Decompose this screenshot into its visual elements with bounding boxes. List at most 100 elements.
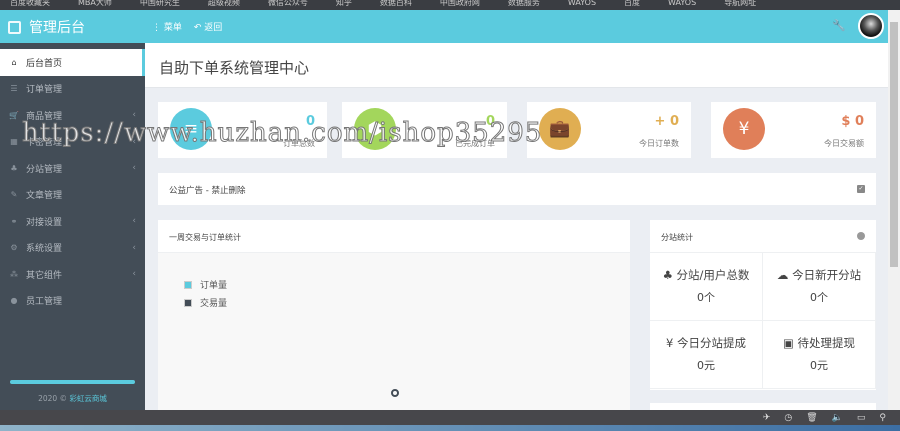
bookmark[interactable]: WAYOS (668, 0, 696, 10)
card-value: $ 0 (841, 114, 864, 129)
top-header: 管理后台 ⋮ 菜单 ↶ 返回 🔧 (0, 10, 888, 43)
stats-panel: 分站统计 ♣ 分站/用户总数 0个 ☁ 今日新开分站 0个 ¥ 今日分站提成 0元 ▣ 待处… (650, 220, 876, 390)
brand-title: 管理后台 (29, 20, 85, 36)
bookmark[interactable]: 知乎 (336, 0, 352, 10)
card-value: 0 (305, 114, 315, 129)
bookmark[interactable]: 中国政府网 (440, 0, 480, 10)
notice-text: 公益广告 - 禁止删除 (169, 186, 246, 196)
stat-label: 待处理提现 (797, 336, 856, 350)
stats-panel-title: 分站统计 (661, 233, 693, 242)
chart-panel: 一周交易与订单统计 订单量 交易量 (158, 220, 630, 410)
chevron-left-icon: ‹ (132, 242, 136, 253)
bookmark[interactable]: 中国研究生 (140, 0, 180, 10)
sidebar-item[interactable]: ✎ 文章管理 (0, 182, 145, 209)
footer-link[interactable]: 彩虹云商城 (69, 394, 107, 403)
brand[interactable]: 管理后台 (8, 17, 85, 37)
sidebar-icon: ▦ (10, 137, 18, 147)
sidebar-item[interactable]: ⚙ 系统设置 ‹ (0, 235, 145, 262)
stat-icon: ¥ (666, 336, 674, 350)
stats-panel-header: 分站统计 (650, 220, 876, 253)
sidebar-item[interactable]: ⁂ 其它组件 ‹ (0, 261, 145, 288)
chevron-left-icon: ‹ (132, 110, 136, 121)
window-icon[interactable]: ▭ (857, 413, 866, 423)
chevron-left-icon: ‹ (132, 216, 136, 227)
stat-card: ¥ $ 0 今日交易额 (711, 102, 876, 158)
sidebar-icon: ☰ (10, 84, 18, 94)
sidebar-item-label: 订单管理 (26, 85, 63, 96)
avatar[interactable] (858, 13, 884, 39)
history-icon[interactable]: ◷ (784, 413, 792, 423)
legend-item[interactable]: 订单量 (184, 278, 227, 291)
sidebar-item-label: 商品管理 (26, 111, 63, 122)
bookmark[interactable]: 数据百科 (380, 0, 412, 10)
rocket-icon[interactable]: ✈ (763, 413, 771, 423)
stat-cell: ¥ 今日分站提成 0元 (650, 321, 763, 389)
legend-swatch (184, 298, 192, 307)
bookmark[interactable]: 超级视频 (208, 0, 240, 10)
stat-value: 0个 (810, 291, 828, 304)
sidebar-item[interactable]: ▦ 卡密管理 ‹ (0, 129, 145, 156)
sidebar-item[interactable]: ☰ 订单管理 (0, 76, 145, 103)
sidebar-item-label: 对接设置 (26, 217, 63, 228)
page-title: 自助下单系统管理中心 (159, 59, 310, 77)
sidebar-icon: ⚙ (10, 243, 18, 253)
bookmark[interactable]: WAYOS (568, 0, 596, 10)
sidebar-icon: ⁂ (10, 269, 18, 279)
sidebar-item[interactable]: ♣ 分站管理 ‹ (0, 155, 145, 182)
sidebar-item[interactable]: 🛒 商品管理 ‹ (0, 102, 145, 129)
legend-item[interactable]: 交易量 (184, 296, 227, 309)
stat-cell: ▣ 待处理提现 0元 (763, 321, 876, 389)
card-icon: ≡ (170, 108, 212, 150)
sidebar-item-label: 后台首页 (26, 58, 63, 69)
sidebar-icon: ⚭ (10, 216, 18, 226)
chart-panel-title: 一周交易与订单统计 (158, 220, 630, 253)
card-icon: ⬢ (354, 108, 396, 150)
sidebar-item-label: 卡密管理 (26, 138, 63, 149)
stat-label: 今日分站提成 (676, 336, 746, 350)
wrench-icon[interactable]: 🔧 (832, 19, 846, 32)
trash-icon[interactable]: 🗑 (806, 413, 817, 423)
sidebar-icon: 🛒 (9, 110, 19, 120)
legend-label: 订单量 (200, 281, 228, 291)
taskbar (0, 425, 900, 431)
sidebar-progress-bar (10, 380, 135, 384)
card-value: + 0 (654, 114, 679, 129)
checkbox-icon[interactable]: ✓ (857, 185, 865, 193)
back-label: 返回 (204, 23, 223, 33)
stat-label: 今日新开分站 (792, 268, 862, 282)
volume-icon[interactable]: 🔈 (832, 413, 843, 423)
bookmark[interactable]: 百度收藏夹 (10, 0, 50, 10)
bookmark[interactable]: 百度 (624, 0, 640, 10)
stat-icon: ♣ (662, 268, 673, 282)
menu-button[interactable]: ⋮ 菜单 (152, 20, 182, 33)
sidebar-item[interactable]: ⌂ 后台首页 (0, 49, 145, 76)
footer-year: 2020 © (38, 394, 68, 403)
card-icon: ¥ (723, 108, 765, 150)
sidebar-footer: 2020 © 彩虹云商城 (0, 393, 145, 404)
card-label: 已完成订单 (455, 139, 495, 148)
loading-spinner-icon (391, 389, 399, 397)
sidebar-item-label: 系统设置 (26, 244, 63, 255)
cube-icon (8, 20, 21, 34)
chevron-left-icon: ‹ (132, 269, 136, 280)
bookmark[interactable]: 数据服务 (508, 0, 540, 10)
sidebar-item[interactable]: ⚭ 对接设置 ‹ (0, 208, 145, 235)
back-button[interactable]: ↶ 返回 (194, 20, 222, 33)
scrollbar-thumb[interactable] (890, 22, 898, 267)
bookmark[interactable]: 导航网址 (724, 0, 756, 10)
bookmark[interactable]: MBA大师 (78, 0, 112, 10)
scrollbar[interactable] (888, 10, 900, 410)
bookmark[interactable]: 微信公众号 (268, 0, 308, 10)
sidebar: ⌂ 后台首页 ☰ 订单管理 🛒 商品管理 ‹ ▦ 卡密管理 ‹ ♣ 分站管理 ‹ ✎ 文章管理 ⚭ 对接设置 ‹ ⚙… (0, 43, 145, 410)
sidebar-item-label: 分站管理 (26, 164, 63, 175)
stat-icon: ▣ (782, 336, 794, 350)
sidebar-item-label: 员工管理 (26, 297, 63, 308)
stat-icon: ☁ (776, 268, 789, 282)
sidebar-item[interactable]: ● 员工管理 (0, 288, 145, 315)
stat-card: 💼 + 0 今日订单数 (527, 102, 691, 158)
card-value: 0 (485, 114, 495, 129)
status-dot-icon (857, 232, 865, 240)
legend-swatch (184, 280, 192, 289)
sidebar-icon: ⌂ (11, 57, 17, 67)
search-icon[interactable]: ⚲ (879, 413, 886, 423)
